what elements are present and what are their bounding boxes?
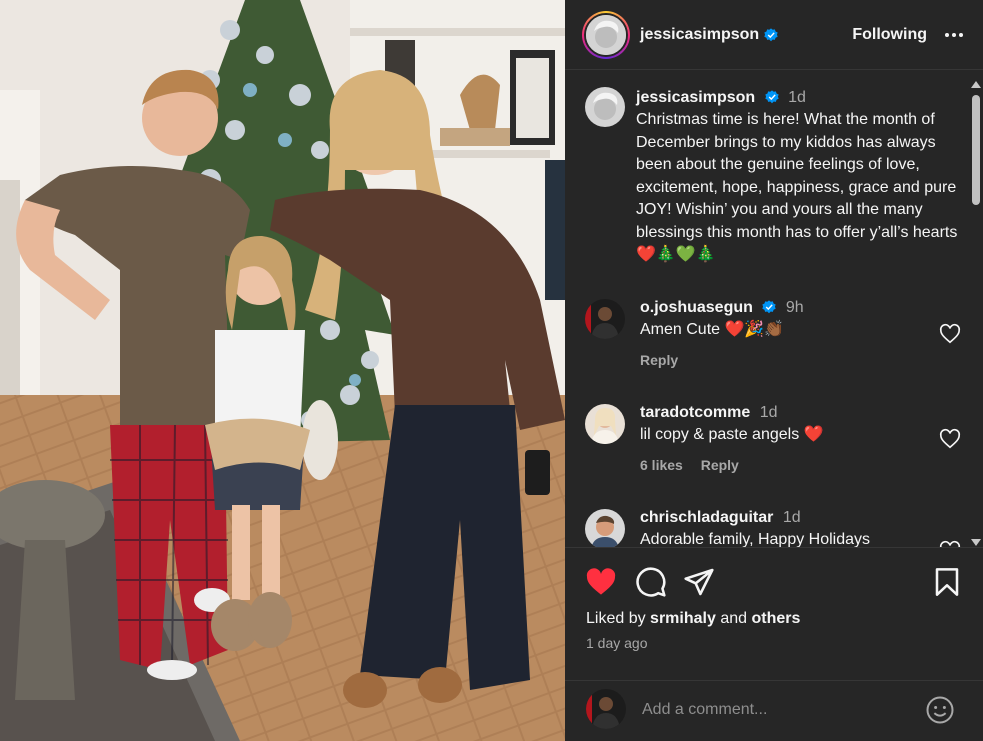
comment-item: o.joshuasegun 9h Amen Cute ❤️🎉👏🏾 Reply xyxy=(585,297,965,377)
photo-illustration xyxy=(0,0,565,741)
author-avatar-image xyxy=(586,14,626,55)
following-button[interactable]: Following xyxy=(852,26,927,44)
commenter-avatar[interactable] xyxy=(585,299,625,339)
smiley-icon[interactable] xyxy=(925,695,955,725)
bookmark-icon[interactable] xyxy=(931,566,963,598)
scroll-down-arrow-icon[interactable] xyxy=(971,539,981,546)
add-comment-bar xyxy=(565,680,983,741)
author-username[interactable]: jessicasimpson xyxy=(640,26,759,44)
caption-time: 1d xyxy=(788,89,806,106)
post-timestamp[interactable]: 1 day ago xyxy=(586,635,648,651)
liked-by-user-link[interactable]: srmihaly xyxy=(650,610,716,627)
post-header: jessicasimpson Following xyxy=(565,0,983,70)
paper-plane-icon[interactable] xyxy=(683,566,715,598)
comment-text: Adorable family, Happy Holidays xyxy=(640,531,871,548)
scroll-up-arrow-icon[interactable] xyxy=(971,81,981,88)
add-comment-input[interactable] xyxy=(642,699,912,721)
liked-by-label: Liked by xyxy=(586,610,646,627)
commenter-avatar[interactable] xyxy=(585,509,625,547)
liked-by-others-link[interactable]: others xyxy=(751,610,800,627)
comment-time: 1d xyxy=(782,509,801,526)
comments-scrollbar[interactable] xyxy=(969,81,981,546)
caption-username[interactable]: jessicasimpson xyxy=(636,89,755,106)
comment-likes-count[interactable]: 6 likes xyxy=(640,457,683,473)
verified-badge-icon xyxy=(764,27,778,41)
commenter-avatar[interactable] xyxy=(585,404,625,444)
comment-username[interactable]: chrischladaguitar xyxy=(640,509,773,526)
likes-summary: Liked by srmihaly and others xyxy=(586,610,800,628)
post-side-panel: jessicasimpson Following jessicasimpson xyxy=(565,0,983,741)
comment-like-icon[interactable] xyxy=(939,540,961,548)
heart-filled-icon[interactable] xyxy=(585,566,617,598)
post-photo xyxy=(0,0,565,741)
comment-text: Amen Cute ❤️🎉👏🏾 xyxy=(640,321,785,338)
liked-by-and: and xyxy=(720,610,748,627)
comment-like-icon[interactable] xyxy=(939,428,961,450)
speech-bubble-icon[interactable] xyxy=(635,566,667,598)
comment-username[interactable]: taradotcomme xyxy=(640,404,750,421)
verified-badge-icon xyxy=(762,300,777,314)
comment-like-icon[interactable] xyxy=(939,323,961,345)
post-actions xyxy=(585,566,963,598)
comment-username[interactable]: o.joshuasegun xyxy=(640,299,753,316)
scrollbar-thumb[interactable] xyxy=(972,95,980,205)
comment-text: lil copy & paste angels ❤️ xyxy=(640,426,824,443)
comment-item: taradotcomme 1d lil copy & paste angels … xyxy=(585,402,965,482)
author-avatar-small[interactable] xyxy=(585,87,625,127)
author-avatar[interactable] xyxy=(582,10,630,59)
comment-time: 9h xyxy=(785,299,804,316)
verified-badge-icon xyxy=(764,90,779,104)
reply-button[interactable]: Reply xyxy=(701,457,739,473)
reply-button[interactable]: Reply xyxy=(640,352,678,368)
comment-item: chrischladaguitar 1d Adorable family, Ha… xyxy=(585,507,965,548)
more-horizontal-icon[interactable] xyxy=(943,24,965,46)
comment-time: 1d xyxy=(759,404,778,421)
current-user-avatar xyxy=(586,689,626,729)
caption-text: Christmas time is here! What the month o… xyxy=(636,111,958,263)
comments-list[interactable]: jessicasimpson 1d Christmas time is here… xyxy=(565,71,983,548)
